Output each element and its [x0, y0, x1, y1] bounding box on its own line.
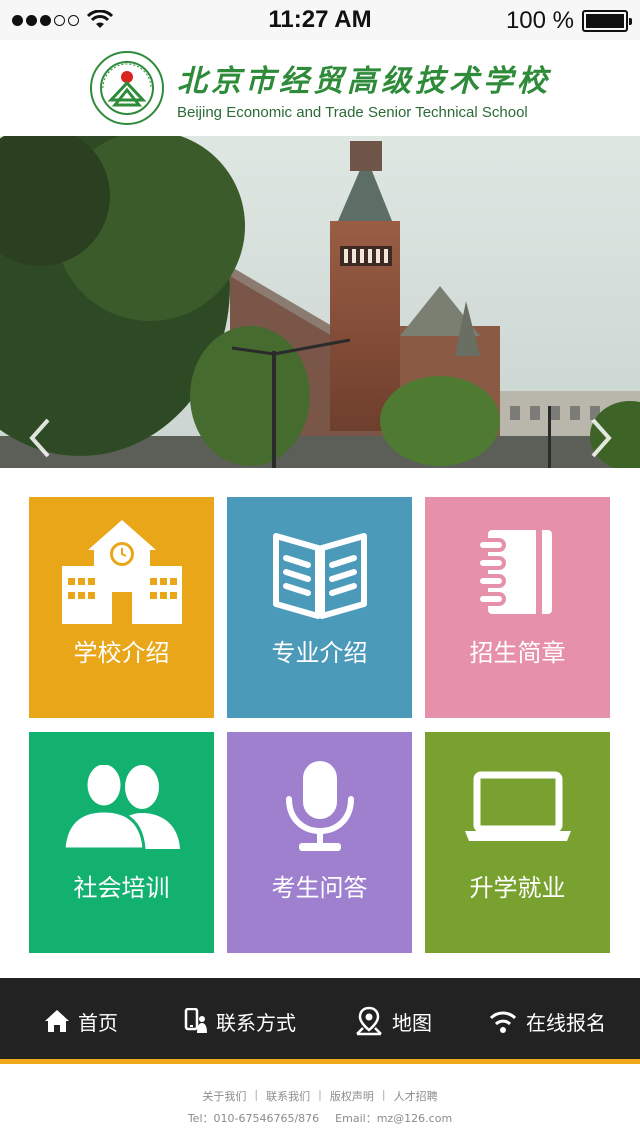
nav-label: 联系方式 [216, 1010, 296, 1035]
microphone-icon [285, 761, 354, 851]
tile-further-study-employment[interactable]: 升学就业 [425, 732, 610, 953]
footer-link-about[interactable]: 关于我们 [202, 1088, 246, 1104]
nav-home[interactable]: 首页 [44, 978, 118, 1064]
status-bar: 11:27 AM 100 % [0, 0, 640, 40]
school-name-cn: 北京市经贸高级技术学校 [177, 63, 551, 99]
phone-contact-icon [184, 1008, 207, 1033]
nav-label: 在线报名 [526, 1010, 606, 1035]
notebook-icon [475, 530, 552, 614]
site-header: 北京市经贸高级技术学校 Beijing Economic and Trade S… [0, 40, 640, 136]
tile-major-intro[interactable]: 专业介绍 [227, 497, 412, 718]
nav-contact[interactable]: 联系方式 [184, 978, 296, 1064]
battery-percent: 100 % [505, 7, 574, 34]
laptop-icon [464, 771, 571, 841]
footer-link-jobs[interactable]: 人才招聘 [394, 1088, 438, 1104]
tile-label: 升学就业 [469, 874, 566, 902]
footer-link-copyright[interactable]: 版权声明 [330, 1088, 374, 1104]
banner-photo [0, 136, 640, 468]
footer-separator: | [254, 1088, 259, 1101]
bottom-nav: 首页 联系方式 地图 在线报名 [0, 978, 640, 1064]
school-name-en: Beijing Economic and Trade Senior Techni… [177, 103, 528, 121]
tile-school-intro[interactable]: 学校介绍 [29, 497, 214, 718]
site-footer: 关于我们 | 联系我们 | 版权声明 | 人才招聘 Tel：010-675467… [0, 1070, 640, 1136]
map-pin-icon [356, 1006, 382, 1036]
footer-link-contact[interactable]: 联系我们 [266, 1088, 310, 1104]
carousel-next-icon[interactable] [585, 416, 615, 460]
open-book-icon [272, 533, 367, 619]
tile-admission-guide[interactable]: 招生简章 [425, 497, 610, 718]
nav-label: 首页 [78, 1010, 118, 1035]
nav-label: 地图 [392, 1010, 432, 1035]
tile-label: 考生问答 [271, 874, 368, 902]
nav-map[interactable]: 地图 [354, 978, 432, 1064]
people-icon [61, 765, 180, 849]
tile-label: 专业介绍 [271, 639, 368, 667]
nav-online-registration[interactable]: 在线报名 [488, 978, 606, 1064]
school-emblem-icon[interactable] [89, 50, 165, 126]
battery-icon [582, 10, 632, 32]
hero-carousel[interactable] [0, 136, 640, 468]
school-building-icon [61, 520, 182, 624]
footer-separator: | [318, 1088, 322, 1101]
wifi-icon [489, 1011, 517, 1033]
tile-candidate-qa[interactable]: 考生问答 [227, 732, 412, 953]
tile-social-training[interactable]: 社会培训 [29, 732, 214, 953]
tile-label: 招生简章 [469, 639, 566, 667]
footer-email: Email：mz@126.com [335, 1112, 453, 1125]
footer-tel: Tel：010-67546765/876 [187, 1112, 320, 1125]
tile-label: 学校介绍 [73, 639, 170, 667]
home-icon [45, 1010, 69, 1032]
footer-separator: | [381, 1088, 386, 1101]
tile-label: 社会培训 [73, 874, 170, 902]
carousel-prev-icon[interactable] [26, 416, 56, 460]
